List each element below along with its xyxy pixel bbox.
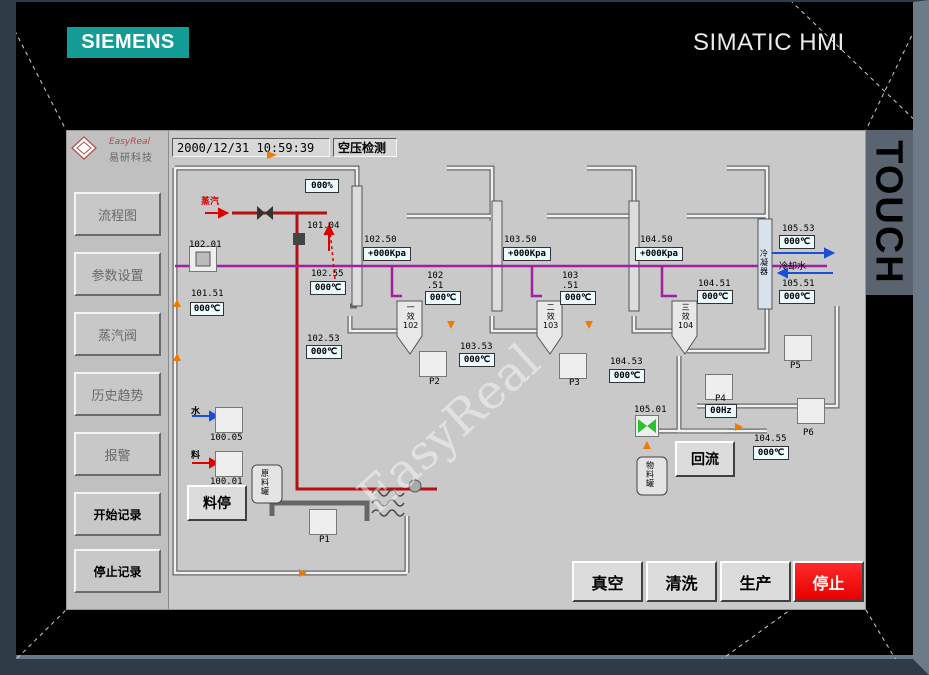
touch-label: TOUCH xyxy=(868,140,911,285)
pump-p2[interactable] xyxy=(419,351,447,377)
tag-104-53: 104.53 xyxy=(610,357,643,367)
feed-stop-button[interactable]: 料停 xyxy=(187,485,247,521)
evaporator-2-label: 二 效 103 xyxy=(543,303,559,330)
tag-104-50: 104.50 xyxy=(640,235,673,245)
stop-button[interactable]: 停止 xyxy=(793,561,864,602)
three-way-valve-icon xyxy=(638,419,656,433)
tag-105-51: 105.51 xyxy=(782,279,815,289)
pump-p2-label: P2 xyxy=(429,377,440,387)
tag-105-53: 105.53 xyxy=(782,224,815,234)
temp-104-51: 000℃ xyxy=(697,290,733,304)
pump-p1-label: P1 xyxy=(319,535,330,545)
pump-p3[interactable] xyxy=(559,353,587,379)
temp-102-53: 000℃ xyxy=(306,345,342,359)
pump-p6[interactable] xyxy=(797,398,825,424)
tag-102-51: 102 .51 xyxy=(427,271,444,291)
evaporator-1-label: 一 效 102 xyxy=(403,303,419,330)
touch-label-strip: TOUCH xyxy=(864,130,913,295)
tag-102-50: 102.50 xyxy=(364,235,397,245)
temp-101-51: 000℃ xyxy=(190,302,224,316)
tag-104-51: 104.51 xyxy=(698,279,731,289)
pump-p5[interactable] xyxy=(784,335,812,361)
condenser-label: 冷 凝 器 xyxy=(760,249,768,276)
water-label: 水 xyxy=(191,407,201,417)
temp-102-55: 000℃ xyxy=(310,281,346,295)
tag-101-04: 101.04 xyxy=(307,221,340,231)
temp-102-51: 000℃ xyxy=(425,291,461,305)
temp-105-51: 000℃ xyxy=(779,290,815,304)
evaporator-3-label: 三 效 104 xyxy=(678,303,694,330)
pump-p4-frequency: 00Hz xyxy=(705,404,737,418)
pressure-103-50: +000Kpa xyxy=(503,247,551,261)
pump-p6-label: P6 xyxy=(803,428,814,438)
vacuum-button[interactable]: 真空 xyxy=(572,561,643,602)
tag-102-53: 102.53 xyxy=(307,334,340,344)
simatic-hmi-label: SIMATIC HMI xyxy=(693,29,845,56)
temp-104-53: 000℃ xyxy=(609,369,645,383)
temp-103-51: 000℃ xyxy=(560,291,596,305)
reflux-valve-105-01[interactable] xyxy=(635,415,659,437)
tag-103-53: 103.53 xyxy=(460,342,493,352)
tag-101-51: 101.51 xyxy=(191,289,224,299)
feed-valve-100-01[interactable] xyxy=(215,451,243,477)
cold-water-label: 冷却水 xyxy=(779,262,807,272)
tag-102-55: 102.55 xyxy=(311,269,344,279)
reflux-button[interactable]: 回流 xyxy=(675,441,735,477)
tag-104-55: 104.55 xyxy=(754,434,787,444)
pressure-102-50: +000Kpa xyxy=(363,247,411,261)
heater-icon xyxy=(195,251,211,267)
pump-p1[interactable] xyxy=(309,509,337,535)
steam-label: 蒸汽 xyxy=(201,197,220,207)
temp-103-53: 000℃ xyxy=(459,353,495,367)
tag-102-01: 102.01 xyxy=(189,240,222,250)
tag-105-01: 105.01 xyxy=(634,405,667,415)
product-tank-label: 物 料 罐 xyxy=(646,461,654,488)
tag-103-51: 103 .51 xyxy=(562,271,579,291)
siemens-logo: SIEMENS xyxy=(67,27,189,58)
raw-tank-label: 原 料 罐 xyxy=(261,469,269,496)
feed-label: 料 xyxy=(191,451,201,461)
hmi-screen: EasyReal 易研科技 流程图 参数设置 蒸汽阀 历史趋势 报警 开始记录 … xyxy=(66,130,866,610)
temp-104-55: 000℃ xyxy=(753,446,789,460)
water-valve-100-05[interactable] xyxy=(215,407,243,433)
pump-p3-label: P3 xyxy=(569,378,580,388)
pump-p4-label: P4 xyxy=(715,394,726,404)
tag-100-05: 100.05 xyxy=(210,433,243,443)
pump-p5-label: P5 xyxy=(790,361,801,371)
tag-103-50: 103.50 xyxy=(504,235,537,245)
temp-105-53: 000℃ xyxy=(779,235,815,249)
steam-valve-opening: 000% xyxy=(305,179,339,193)
pressure-104-50: +000Kpa xyxy=(635,247,683,261)
produce-button[interactable]: 生产 xyxy=(720,561,791,602)
clean-button[interactable]: 清洗 xyxy=(646,561,717,602)
process-piping-diagram xyxy=(172,151,840,577)
